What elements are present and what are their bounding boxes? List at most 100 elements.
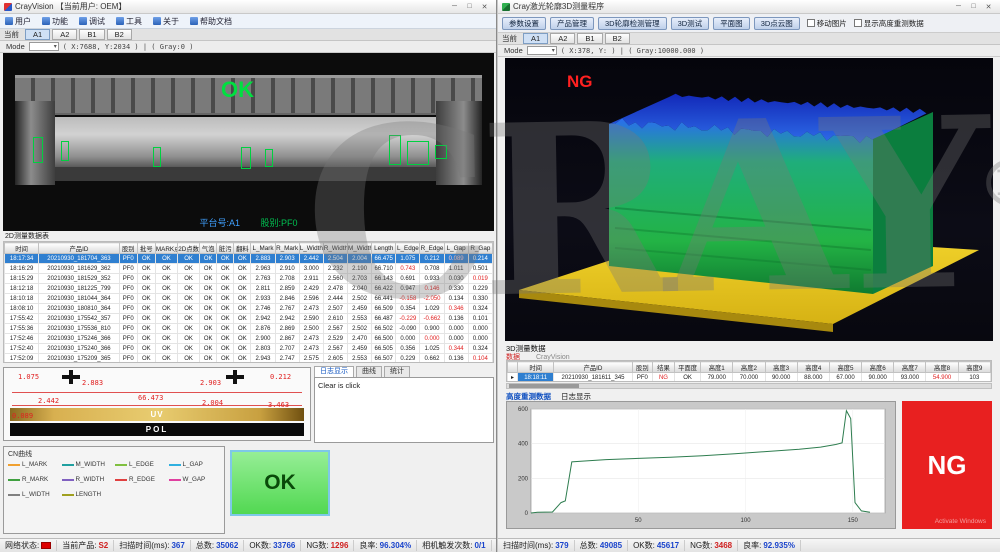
column-header[interactable]: L_Gap: [444, 243, 468, 254]
column-header[interactable]: 翻料: [234, 243, 251, 254]
table-row[interactable]: 18:12:1820210930_181225_799PF0OKOKOKOKOK…: [5, 284, 493, 294]
column-header[interactable]: 脏污: [217, 243, 234, 254]
log-tab-3[interactable]: 统计: [384, 366, 410, 377]
table-row[interactable]: 17:52:4620210930_175246_366PF0OKOKOKOKOK…: [5, 334, 493, 344]
toolbar-button-4[interactable]: 3D测试: [671, 17, 710, 30]
table-scrollbar-horizontal[interactable]: [506, 383, 992, 389]
table-row[interactable]: 18:08:1020210930_180810_364PF0OKOKOKOKOK…: [5, 304, 493, 314]
status-item: 相机触发次数:0/1: [417, 540, 491, 551]
table-row[interactable]: 17:52:0920210930_175209_365PF0OKOKOKOKOK…: [5, 354, 493, 364]
toolbar-button-5[interactable]: 平面图: [713, 17, 750, 30]
column-header[interactable]: 高度2: [733, 362, 765, 373]
toolbar-button-1[interactable]: 用户: [3, 16, 33, 27]
tab-B1[interactable]: B1: [577, 33, 602, 44]
column-header[interactable]: 产品ID: [554, 362, 632, 373]
column-header[interactable]: 高度1: [701, 362, 733, 373]
table-cell: PF0: [119, 254, 137, 264]
column-header[interactable]: R_Gap: [468, 243, 492, 254]
toolbar-button-6[interactable]: 3D点云图: [754, 17, 800, 30]
table-cell: 88.000: [797, 373, 829, 383]
table-cell: 2.942: [275, 314, 299, 324]
toolbar-button-6[interactable]: 帮助文档: [188, 16, 234, 27]
table-cell: OK: [200, 334, 217, 344]
tab-A1[interactable]: A1: [523, 33, 548, 44]
toolbar-checkbox-1[interactable]: 移动图片: [807, 18, 847, 29]
table-cell: 2.803: [251, 344, 275, 354]
table-cell: 2.942: [251, 314, 275, 324]
tab-B1[interactable]: B1: [79, 29, 104, 40]
minimize-button[interactable]: ─: [951, 3, 966, 11]
column-header[interactable]: 时间: [5, 243, 39, 254]
column-header[interactable]: 高度5: [829, 362, 861, 373]
column-header[interactable]: L_Width: [299, 243, 323, 254]
2d-image-view[interactable]: OK 平台号:A1 股别:PF0: [3, 53, 494, 231]
table-cell: OK: [178, 284, 200, 294]
column-header[interactable]: L_Mark: [251, 243, 275, 254]
svg-text:200: 200: [518, 476, 529, 482]
column-header[interactable]: Length: [372, 243, 396, 254]
toolbar-checkbox-2[interactable]: 显示高度重测数据: [854, 18, 924, 29]
table-cell: 2.444: [323, 294, 347, 304]
toolbar-button-2[interactable]: 产品管理: [550, 17, 594, 30]
maximize-button[interactable]: □: [966, 3, 981, 11]
measurement-table-container[interactable]: 时间产品ID股别批号MARK点2D点数气泡脏污翻料L_MarkR_MarkL_W…: [3, 241, 494, 363]
maximize-button[interactable]: □: [462, 3, 477, 11]
measurement-table-container[interactable]: 时间产品ID股别结果平面度高度1高度2高度3高度4高度5高度6高度7高度8高度9…: [506, 360, 992, 382]
scrollbar-thumb[interactable]: [509, 384, 579, 388]
close-button[interactable]: ✕: [477, 3, 492, 11]
3d-height-map-view[interactable]: NG: [505, 58, 993, 341]
tab-A2[interactable]: A2: [550, 33, 575, 44]
column-header[interactable]: 批号: [137, 243, 155, 254]
log-tab-2[interactable]: 曲线: [356, 366, 382, 377]
close-button[interactable]: ✕: [981, 3, 996, 11]
column-header[interactable]: 平面度: [675, 362, 701, 373]
column-header[interactable]: M_Width: [348, 243, 372, 254]
toolbar-button-3[interactable]: 3D轮廓检测管理: [598, 17, 667, 30]
column-header[interactable]: 股别: [632, 362, 652, 373]
column-header[interactable]: 产品ID: [39, 243, 119, 254]
column-header[interactable]: 时间: [518, 362, 554, 373]
column-header[interactable]: 结果: [652, 362, 674, 373]
toolbar-button-5[interactable]: 关于: [151, 16, 181, 27]
log-content[interactable]: Clear is click: [314, 377, 494, 443]
column-header[interactable]: R_Width: [323, 243, 347, 254]
table-row[interactable]: 18:10:1820210930_181044_364PF0OKOKOKOKOK…: [5, 294, 493, 304]
column-header[interactable]: L_Edge: [396, 243, 420, 254]
result-indicator-ok: OK: [230, 450, 330, 516]
minimize-button[interactable]: ─: [447, 3, 462, 11]
mode-select[interactable]: ▾: [29, 42, 59, 51]
column-header[interactable]: 2D点数: [178, 243, 200, 254]
table-cell: OK: [234, 294, 251, 304]
tab-A1[interactable]: A1: [25, 29, 50, 40]
table-row[interactable]: 17:52:4020210930_175240_366PF0OKOKOKOKOK…: [5, 344, 493, 354]
column-header[interactable]: 高度3: [765, 362, 797, 373]
mode-select[interactable]: ▾: [527, 46, 557, 55]
column-header[interactable]: [508, 362, 518, 373]
table-row[interactable]: 17:55:3620210930_175536_810PF0OKOKOKOKOK…: [5, 324, 493, 334]
log-tab-1[interactable]: 日志显示: [314, 366, 354, 377]
column-header[interactable]: R_Mark: [275, 243, 299, 254]
toolbar-button-4[interactable]: 工具: [114, 16, 144, 27]
column-header[interactable]: 高度7: [894, 362, 926, 373]
column-header[interactable]: 股别: [119, 243, 137, 254]
tab-B2[interactable]: B2: [107, 29, 132, 40]
tab-B2[interactable]: B2: [605, 33, 630, 44]
column-header[interactable]: 高度9: [958, 362, 990, 373]
column-header[interactable]: MARK点: [155, 243, 177, 254]
column-header[interactable]: 高度6: [862, 362, 894, 373]
toolbar-button-3[interactable]: 调试: [77, 16, 107, 27]
table-row[interactable]: 18:15:2920210930_181529_352PF0OKOKOKOKOK…: [5, 274, 493, 284]
table-row[interactable]: 18:16:2920210930_181629_362PF0OKOKOKOKOK…: [5, 264, 493, 274]
column-header[interactable]: 高度8: [926, 362, 958, 373]
table-row[interactable]: 17:55:4220210930_175542_357PF0OKOKOKOKOK…: [5, 314, 493, 324]
column-header[interactable]: 高度4: [797, 362, 829, 373]
height-profile-chart: 020040060050100150: [509, 403, 893, 527]
table-row[interactable]: ▸18:18:1120210930_181611_345PF0NGOK79.00…: [508, 373, 991, 383]
column-header[interactable]: 气泡: [200, 243, 217, 254]
column-header[interactable]: R_Edge: [420, 243, 444, 254]
toolbar-button-2[interactable]: 功能: [40, 16, 70, 27]
status-value: 35062: [216, 541, 238, 550]
tab-A2[interactable]: A2: [52, 29, 77, 40]
toolbar-button-1[interactable]: 参数设置: [502, 17, 546, 30]
table-row[interactable]: 18:17:3420210930_181704_363PF0OKOKOKOKOK…: [5, 254, 493, 264]
